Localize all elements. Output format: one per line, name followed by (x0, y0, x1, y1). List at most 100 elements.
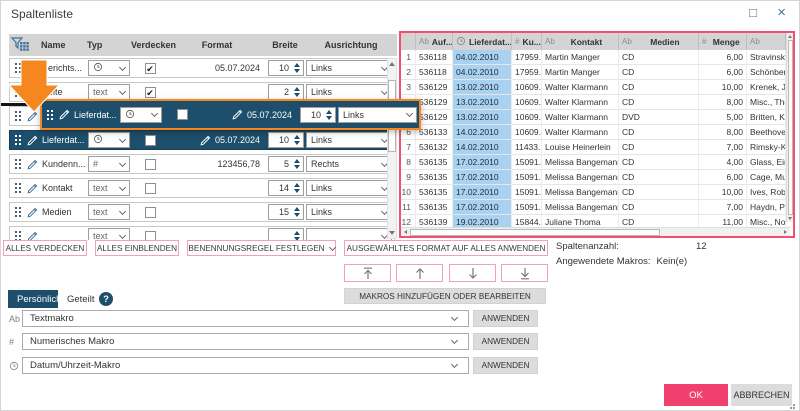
stepper-arrows-icon[interactable] (292, 87, 301, 97)
column-type-dropdown[interactable]: text (88, 228, 130, 240)
rename-pencil-icon[interactable] (24, 183, 40, 194)
preview-header-cell[interactable]: AbAuf... (416, 33, 453, 50)
drag-handle-icon[interactable] (10, 131, 22, 149)
stepper-arrows-icon[interactable] (292, 183, 301, 193)
preview-header-cell[interactable]: AbKontakt (542, 33, 619, 50)
step-up-icon[interactable] (294, 207, 300, 211)
hide-checkbox[interactable] (145, 135, 156, 146)
stepper-arrows-icon[interactable] (292, 207, 301, 217)
move-down-button[interactable] (449, 264, 496, 282)
rename-pencil-icon[interactable] (24, 159, 40, 170)
alignment-dropdown[interactable]: Links (338, 107, 417, 123)
preview-header-cell[interactable]: AbMedien (619, 33, 699, 50)
alles-verdecken-button[interactable]: ALLES VERDECKEN (3, 240, 87, 256)
alignment-dropdown[interactable]: Links (306, 204, 392, 220)
macro-dropdown[interactable]: Textmakro (22, 310, 469, 327)
resize-grip[interactable] (793, 404, 795, 406)
hide-checkbox[interactable] (145, 207, 156, 218)
column-type-dropdown[interactable] (88, 60, 130, 76)
edit-format-pencil-icon[interactable] (232, 109, 243, 120)
anwenden-button[interactable]: ANWENDEN (473, 333, 538, 350)
help-icon[interactable]: ? (99, 292, 113, 306)
alignment-dropdown[interactable]: Rechts (306, 156, 392, 172)
move-up-button[interactable] (396, 264, 443, 282)
width-stepper[interactable]: 10 (268, 60, 304, 76)
column-row[interactable]: Lieferdat...05.07.202410Links (9, 130, 395, 150)
alignment-dropdown[interactable]: Links (306, 132, 392, 148)
stepper-arrows-icon[interactable] (292, 231, 301, 240)
step-up-icon[interactable] (294, 87, 300, 91)
width-stepper[interactable]: 10 (300, 107, 336, 123)
alignment-dropdown[interactable]: Links (306, 84, 392, 100)
scrollbar-thumb[interactable] (410, 229, 660, 236)
hide-checkbox[interactable] (145, 183, 156, 194)
macro-dropdown[interactable]: Datum/Uhrzeit-Makro (22, 357, 469, 374)
edit-format-pencil-icon[interactable] (200, 135, 211, 146)
drag-handle-icon[interactable] (10, 227, 22, 240)
alles-einblenden-button[interactable]: ALLES EINBLENDEN (95, 240, 179, 256)
step-up-icon[interactable] (294, 183, 300, 187)
column-type-dropdown[interactable]: text (88, 84, 130, 100)
column-row[interactable]: Medientext15Links (9, 202, 395, 222)
step-up-icon[interactable] (294, 159, 300, 163)
makros-bearbeiten-button[interactable]: MAKROS HINZUFÜGEN ODER BEARBEITEN (344, 288, 546, 304)
preview-header-cell[interactable] (401, 33, 416, 50)
benennungsregel-button[interactable]: BENENNUNGSREGEL FESTLEGEN (187, 240, 336, 256)
column-type-dropdown[interactable]: text (88, 180, 130, 196)
width-stepper[interactable]: 15 (268, 204, 304, 220)
step-down-icon[interactable] (294, 93, 300, 97)
cancel-button[interactable]: ABBRECHEN (731, 384, 792, 406)
hide-checkbox[interactable]: ✔ (145, 63, 156, 74)
step-down-icon[interactable] (294, 189, 300, 193)
step-down-icon[interactable] (294, 69, 300, 73)
hide-checkbox[interactable]: ✔ (145, 87, 156, 98)
width-stepper[interactable]: 2 (268, 84, 304, 100)
column-row[interactable]: text (9, 226, 395, 240)
column-row[interactable]: Berichts...✔05.07.202410Links (9, 58, 395, 78)
step-down-icon[interactable] (294, 165, 300, 169)
format-auf-alles-anwenden-button[interactable]: AUSGEWÄHLTES FORMAT AUF ALLES ANWENDEN (344, 240, 548, 256)
drag-handle-icon[interactable] (10, 179, 22, 197)
preview-header-cell[interactable]: Ab (747, 33, 786, 50)
step-up-icon[interactable] (294, 63, 300, 67)
anwenden-button[interactable]: ANWENDEN (473, 357, 538, 374)
scroll-down-icon[interactable] (788, 217, 792, 220)
columns-scrollbar[interactable] (387, 58, 397, 239)
width-stepper[interactable]: 10 (268, 132, 304, 148)
preview-hscrollbar[interactable] (401, 227, 790, 236)
column-row[interactable]: Kontakttext14Links (9, 178, 395, 198)
alignment-dropdown[interactable]: Links (306, 180, 392, 196)
stepper-arrows-icon[interactable] (292, 159, 301, 169)
rename-pencil-icon[interactable] (24, 135, 40, 146)
move-to-top-button[interactable] (344, 264, 391, 282)
column-type-dropdown[interactable]: # (88, 156, 130, 172)
column-type-dropdown[interactable] (88, 132, 130, 148)
hide-checkbox[interactable] (177, 109, 188, 120)
step-up-icon[interactable] (294, 231, 300, 235)
scrollbar-thumb[interactable] (788, 40, 793, 215)
ok-button[interactable]: OK (664, 384, 728, 406)
maximize-icon[interactable]: □ (749, 6, 757, 20)
preview-vscrollbar[interactable] (786, 33, 793, 222)
anwenden-button[interactable]: ANWENDEN (473, 310, 538, 327)
stepper-arrows-icon[interactable] (324, 110, 333, 120)
drag-handle-icon[interactable] (10, 155, 22, 173)
rename-pencil-icon[interactable] (24, 231, 40, 241)
hide-checkbox[interactable] (145, 231, 156, 241)
alignment-dropdown[interactable]: Links (306, 60, 392, 76)
macro-dropdown[interactable]: Numerisches Makro (22, 333, 469, 350)
column-row[interactable]: Kundenn...#123456,785Rechts (9, 154, 395, 174)
scroll-left-icon[interactable] (404, 230, 407, 234)
width-stepper[interactable]: 14 (268, 180, 304, 196)
hide-checkbox[interactable] (145, 159, 156, 170)
preview-header-cell[interactable]: #Menge (699, 33, 747, 50)
stepper-arrows-icon[interactable] (292, 63, 301, 73)
step-up-icon[interactable] (326, 110, 332, 114)
dragged-row[interactable]: Lieferdat...05.07.202410Links (40, 99, 421, 130)
step-down-icon[interactable] (294, 213, 300, 217)
preview-header-cell[interactable]: #Ku... (512, 33, 542, 50)
scroll-down-icon[interactable] (389, 231, 395, 235)
step-down-icon[interactable] (294, 141, 300, 145)
step-down-icon[interactable] (326, 116, 332, 120)
move-to-bottom-button[interactable] (501, 264, 548, 282)
